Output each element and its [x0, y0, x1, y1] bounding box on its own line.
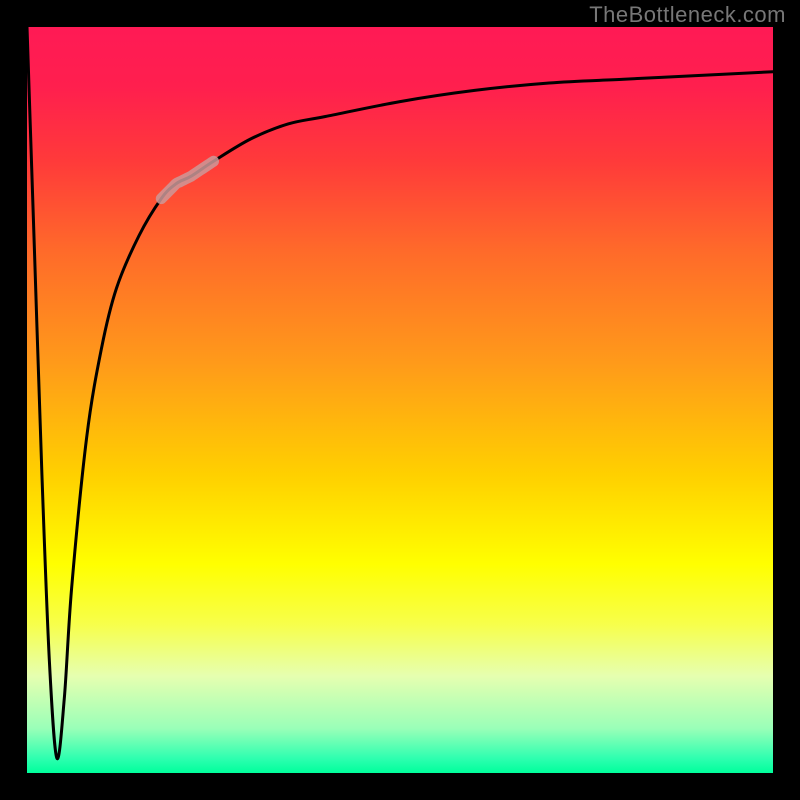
- watermark-text: TheBottleneck.com: [589, 2, 786, 28]
- bottleneck-curve-main: [27, 27, 773, 759]
- bottleneck-curve-highlight: [161, 161, 213, 198]
- chart-frame: TheBottleneck.com: [0, 0, 800, 800]
- curve-layer: [27, 27, 773, 773]
- plot-area: [27, 27, 773, 773]
